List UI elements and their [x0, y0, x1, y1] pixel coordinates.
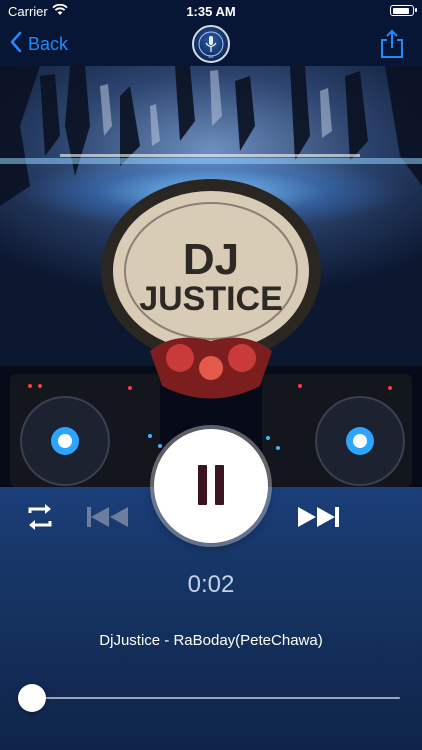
player-panel: 0:02 DjJustice - RaBoday(PeteChawa): [0, 429, 422, 750]
next-track-icon: [296, 507, 340, 532]
status-time: 1:35 AM: [186, 4, 236, 19]
elapsed-time: 0:02: [187, 571, 235, 598]
previous-button[interactable]: [86, 506, 130, 528]
progress-thumb[interactable]: [18, 684, 46, 712]
share-icon: [378, 29, 406, 63]
repeat-icon: [24, 504, 56, 535]
pause-button[interactable]: [154, 429, 268, 543]
previous-track-icon: [86, 507, 130, 532]
artwork-dj-text: DJ: [183, 235, 239, 284]
next-button[interactable]: [296, 506, 340, 528]
share-button[interactable]: [378, 29, 406, 59]
back-button[interactable]: Back: [10, 30, 68, 58]
track-title: DjJustice - RaBoday(PeteChawa): [99, 632, 323, 649]
station-logo: DJ: [192, 25, 230, 63]
navigation-bar: Back DJ: [0, 22, 422, 66]
logo-text: DJ: [209, 54, 214, 59]
chevron-left-icon: [10, 31, 22, 58]
repeat-button[interactable]: [24, 503, 56, 531]
back-label: Back: [28, 33, 69, 54]
artwork-justice-text: JUSTICE: [139, 280, 283, 318]
album-artwork: DJ JUSTICE: [0, 66, 422, 487]
battery-icon: [390, 5, 417, 16]
progress-slider[interactable]: [32, 697, 400, 699]
status-bar: Carrier 1:35 AM: [0, 0, 422, 22]
